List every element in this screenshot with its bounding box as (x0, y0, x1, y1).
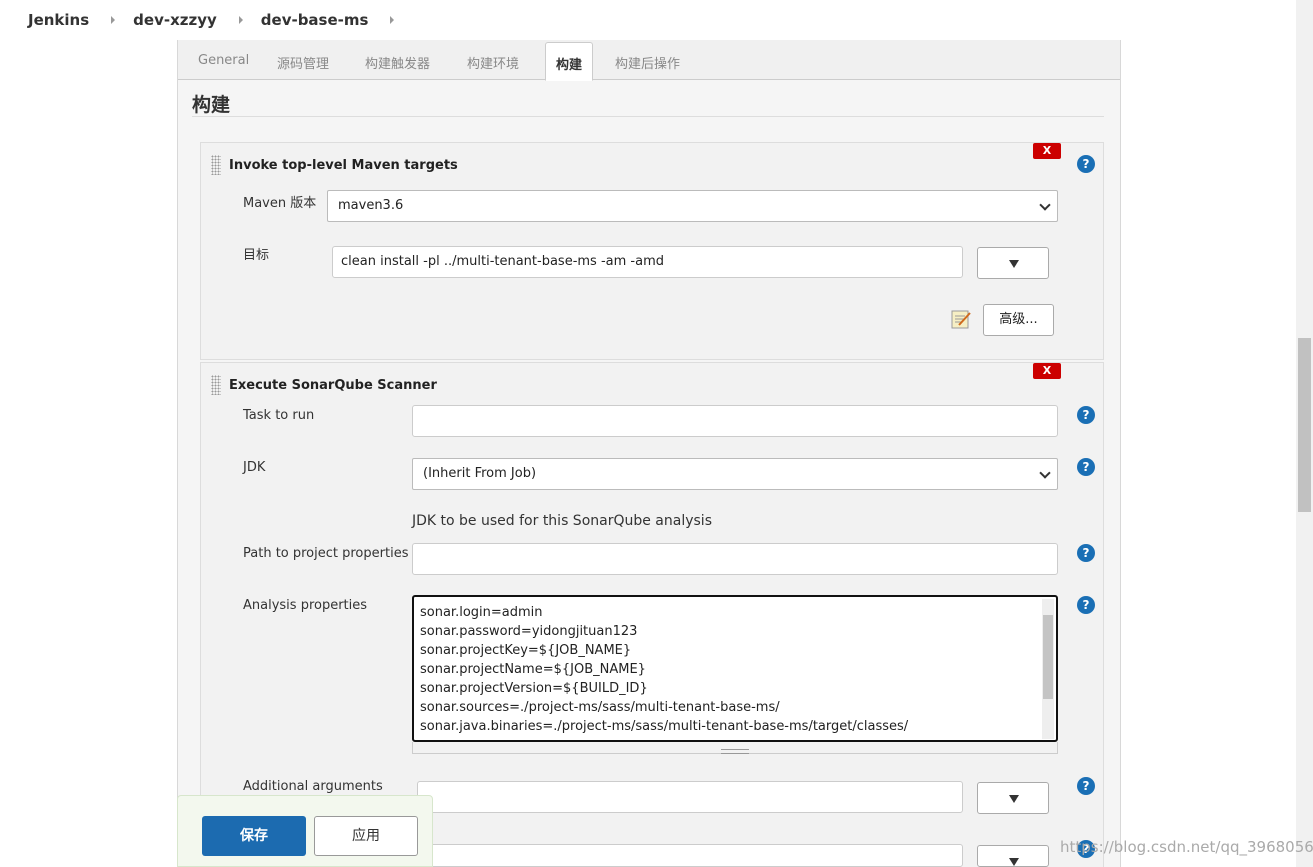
goals-input[interactable]: clean install -pl ../multi-tenant-base-m… (332, 246, 963, 278)
tab-build-env[interactable]: 构建环境 (467, 53, 519, 72)
maven-version-label: Maven 版本 (243, 196, 317, 211)
tab-build[interactable]: 构建 (545, 42, 594, 81)
goals-label: 目标 (243, 248, 270, 263)
breadcrumb-folder[interactable]: dev-xzzyy (133, 11, 217, 29)
analysis-line: sonar.projectName=${JOB_NAME} (420, 662, 646, 677)
breadcrumb-separator-icon[interactable] (238, 16, 243, 24)
textarea-scroll-thumb[interactable] (1043, 615, 1053, 699)
section-divider (192, 116, 1104, 117)
help-icon[interactable]: ? (1077, 544, 1095, 562)
next-field-expand-button[interactable] (977, 845, 1049, 867)
goals-expand-button[interactable] (977, 247, 1049, 279)
analysis-line: sonar.password=yidongjituan123 (420, 624, 638, 639)
path-input[interactable] (412, 543, 1058, 575)
additional-args-label: Additional arguments (243, 779, 383, 794)
notepad-icon[interactable] (950, 308, 972, 330)
page-scrollbar[interactable] (1296, 0, 1313, 867)
save-bar: 保存 应用 (177, 795, 433, 867)
analysis-line: sonar.java.binaries=./project-ms/sass/mu… (420, 719, 909, 734)
additional-args-expand-button[interactable] (977, 782, 1049, 814)
sonar-step-title: Execute SonarQube Scanner (229, 378, 437, 393)
help-icon[interactable]: ? (1077, 458, 1095, 476)
tab-triggers[interactable]: 构建触发器 (365, 53, 430, 72)
drag-handle-icon[interactable] (211, 155, 221, 175)
breadcrumb-job[interactable]: dev-base-ms (261, 11, 369, 29)
save-button[interactable]: 保存 (202, 816, 306, 856)
tab-general[interactable]: General (198, 53, 249, 68)
section-title: 构建 (192, 94, 231, 116)
analysis-line: sonar.login=admin (420, 605, 543, 620)
chevron-down-icon (1039, 467, 1051, 479)
analysis-line: sonar.projectKey=${JOB_NAME} (420, 643, 632, 658)
additional-args-input[interactable] (417, 781, 963, 813)
jdk-value: (Inherit From Job) (423, 466, 537, 481)
analysis-textarea[interactable]: sonar.login=admin sonar.password=yidongj… (412, 595, 1058, 742)
help-icon[interactable]: ? (1077, 406, 1095, 424)
analysis-line: sonar.sources=./project-ms/sass/multi-te… (420, 700, 780, 715)
help-icon[interactable]: ? (1077, 777, 1095, 795)
jdk-label: JDK (243, 460, 266, 475)
breadcrumb: Jenkins dev-xzzyy dev-base-ms (0, 0, 1313, 40)
page-scroll-thumb[interactable] (1298, 338, 1311, 512)
jdk-select[interactable]: (Inherit From Job) (412, 458, 1058, 490)
config-tabbar: General 源码管理 构建触发器 构建环境 构建 构建后操作 (178, 40, 1120, 81)
tab-post-build[interactable]: 构建后操作 (615, 53, 680, 72)
tab-scm[interactable]: 源码管理 (277, 53, 329, 72)
watermark: https://blog.csdn.net/qq_39680564 (1060, 838, 1313, 856)
maven-step-title: Invoke top-level Maven targets (229, 158, 458, 173)
analysis-line: sonar.projectVersion=${BUILD_ID} (420, 681, 648, 696)
breadcrumb-separator-icon[interactable] (111, 16, 116, 24)
chevron-down-icon (1039, 199, 1051, 211)
delete-step-button[interactable]: X (1033, 143, 1061, 159)
maven-version-select[interactable]: maven3.6 (327, 190, 1058, 222)
help-icon[interactable]: ? (1077, 155, 1095, 173)
textarea-resize-handle[interactable] (412, 742, 1058, 754)
maven-version-value: maven3.6 (338, 198, 404, 213)
analysis-label: Analysis properties (243, 598, 368, 613)
delete-step-button[interactable]: X (1033, 363, 1061, 379)
path-label: Path to project properties (243, 546, 409, 561)
textarea-scrollbar[interactable] (1042, 599, 1054, 739)
next-field-input[interactable] (417, 844, 963, 867)
breadcrumb-separator-icon[interactable] (390, 16, 395, 24)
jdk-hint: JDK to be used for this SonarQube analys… (412, 513, 712, 529)
task-label: Task to run (243, 408, 315, 423)
apply-button[interactable]: 应用 (314, 816, 418, 856)
breadcrumb-jenkins[interactable]: Jenkins (28, 11, 89, 29)
task-input[interactable] (412, 405, 1058, 437)
advanced-button[interactable]: 高级... (983, 304, 1054, 336)
drag-handle-icon[interactable] (211, 375, 221, 395)
help-icon[interactable]: ? (1077, 596, 1095, 614)
